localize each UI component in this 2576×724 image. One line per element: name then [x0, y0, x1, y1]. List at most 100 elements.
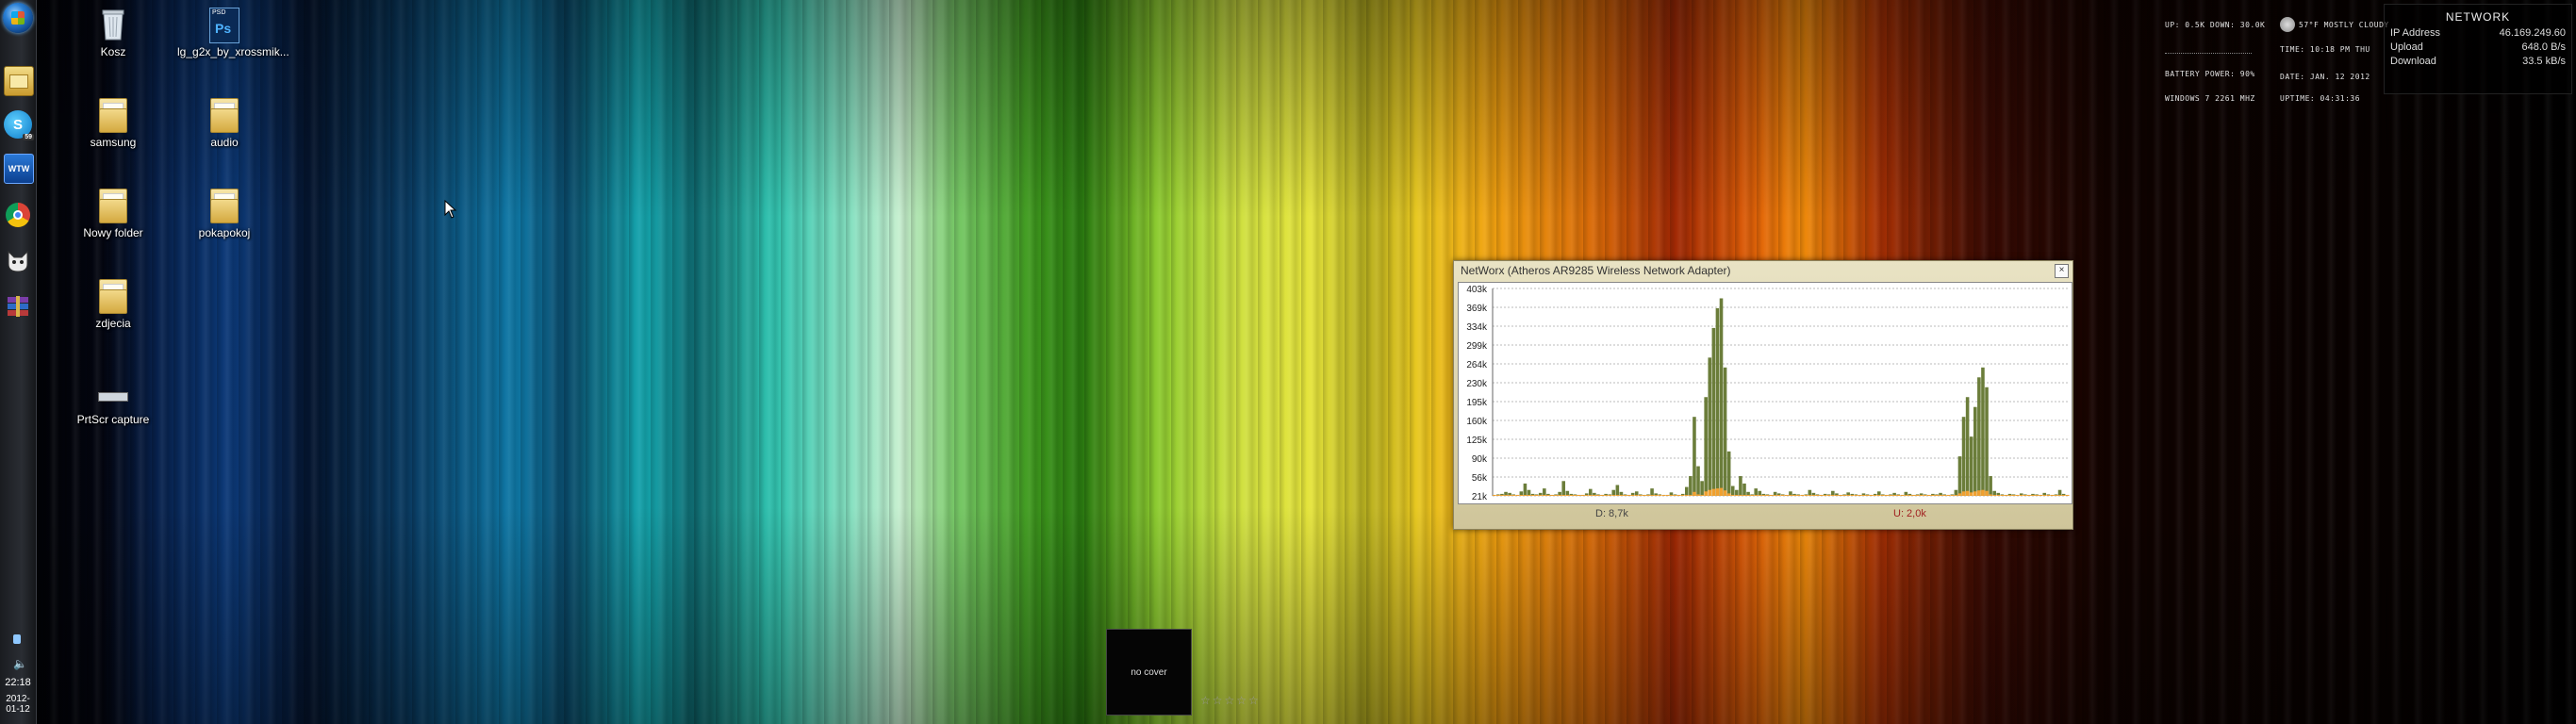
- desktop-icon-psd-file[interactable]: PSD Ps lg_g2x_by_xrossmik...: [177, 8, 289, 58]
- upload-bar: [1708, 489, 1712, 496]
- network-row-value: 33.5 kB/s: [2522, 56, 2566, 67]
- upload-bar: [1577, 495, 1581, 496]
- upload-bar: [1835, 495, 1839, 496]
- desktop-icon-recycle-bin[interactable]: Kosz: [66, 8, 160, 58]
- upload-bar: [1935, 495, 1939, 496]
- upload-bar: [1804, 495, 1808, 496]
- upload-bar: [1661, 495, 1666, 496]
- desktop-icon-label: Kosz: [100, 45, 126, 58]
- upload-bar: [1604, 495, 1608, 496]
- chrome-icon: [6, 203, 30, 227]
- desktop-icon-label: pokapokoj: [198, 226, 251, 239]
- download-bar: [1685, 486, 1689, 496]
- upload-bar: [1500, 495, 1504, 496]
- upload-bar: [1877, 495, 1881, 496]
- upload-bar: [1696, 494, 1700, 496]
- upload-bar: [1700, 494, 1704, 496]
- explorer-taskbar-button[interactable]: [4, 66, 34, 96]
- sysinfo-battery: BATTERY POWER: 90%: [2165, 70, 2255, 78]
- upload-bar: [1600, 495, 1604, 496]
- upload-bar: [1723, 490, 1727, 496]
- chrome-taskbar-button[interactable]: [4, 201, 32, 229]
- download-bar: [1543, 488, 1546, 496]
- desktop-icon-label: PrtScr capture: [76, 413, 150, 426]
- weather-cloud-icon: [2280, 17, 2295, 32]
- upload-bar: [1846, 495, 1850, 496]
- folder-icon: [210, 189, 239, 223]
- upload-bar: [1608, 495, 1611, 496]
- cover-text: no cover: [1131, 666, 1167, 678]
- winrar-taskbar-button[interactable]: [4, 292, 32, 321]
- upload-bar: [1792, 495, 1796, 496]
- ps-glyph: Ps: [215, 21, 232, 36]
- upload-bar: [1573, 495, 1577, 496]
- upload-bar: [1527, 495, 1531, 496]
- download-bar: [1704, 397, 1708, 496]
- upload-bar: [1619, 495, 1624, 496]
- wtw-taskbar-button[interactable]: WTW: [4, 154, 34, 184]
- upload-bar: [1823, 495, 1827, 496]
- desktop-icon-prtscr-capture[interactable]: PrtScr capture: [66, 387, 160, 426]
- desktop-icon-folder-audio[interactable]: audio: [177, 98, 272, 149]
- windows-orb-icon[interactable]: [3, 3, 33, 33]
- rating-stars[interactable]: ☆☆☆☆☆: [1200, 694, 1261, 707]
- desktop-icon-folder-samsung[interactable]: samsung: [66, 98, 160, 149]
- desktop-icon-label: zdjecia: [95, 317, 131, 330]
- upload-bar: [1957, 493, 1962, 496]
- download-bar: [1977, 377, 1981, 496]
- upload-bar: [1685, 495, 1689, 496]
- tray-network-icon[interactable]: [13, 634, 21, 644]
- network-row-upload: Upload 648.0 B/s: [2385, 41, 2571, 53]
- download-bar: [1700, 481, 1704, 496]
- upload-bar: [1511, 495, 1515, 496]
- folder-icon: [9, 74, 28, 89]
- upload-bar: [2057, 495, 2062, 496]
- y-tick-label: 195k: [1466, 398, 1488, 408]
- cat-taskbar-button[interactable]: [4, 247, 32, 275]
- upload-bar: [2007, 495, 2012, 496]
- desktop-icon-label: Nowy folder: [83, 226, 143, 239]
- upload-bar: [1758, 495, 1762, 496]
- folder-icon: [210, 98, 239, 133]
- upload-bar: [1519, 495, 1524, 496]
- download-bar: [1696, 466, 1700, 496]
- download-bar: [1689, 476, 1693, 496]
- upload-bar: [1865, 495, 1870, 496]
- desktop-icon-folder-nowy-folder[interactable]: Nowy folder: [66, 189, 160, 239]
- volume-icon[interactable]: 🔈: [13, 657, 27, 670]
- upload-bar: [1643, 495, 1646, 496]
- networx-window[interactable]: NetWorx (Atheros AR9285 Wireless Network…: [1453, 260, 2073, 530]
- upload-bar: [1819, 495, 1824, 496]
- folder-icon: [99, 98, 127, 133]
- upload-bar: [1569, 495, 1574, 496]
- close-icon[interactable]: ×: [2055, 264, 2069, 278]
- taskbar-date[interactable]: 2012-01-12: [0, 694, 36, 715]
- taskbar-time[interactable]: 22:18: [0, 677, 36, 688]
- upload-bar: [1523, 495, 1527, 496]
- desktop-icon-folder-pokapokoj[interactable]: pokapokoj: [177, 189, 272, 239]
- network-panel: NETWORK IP Address 46.169.249.60 Upload …: [2384, 4, 2572, 94]
- upload-bar: [1680, 495, 1685, 496]
- taskbar: S 59 WTW 🔈 22:18 2012-01-12: [0, 0, 37, 724]
- desktop-icon-folder-zdjecia[interactable]: zdjecia: [66, 279, 160, 330]
- upload-bar: [1646, 495, 1650, 496]
- upload-bar: [2000, 495, 2005, 496]
- upload-bar: [1754, 495, 1759, 496]
- upload-bar: [1911, 495, 1916, 496]
- upload-bar: [1965, 490, 1970, 496]
- upload-bar: [1639, 495, 1643, 496]
- networx-footer: D: 8,7k U: 2,0k: [1458, 504, 2071, 523]
- upload-bar: [1746, 495, 1750, 496]
- upload-bar: [1715, 488, 1720, 496]
- upload-bar: [1826, 495, 1831, 496]
- sysinfo-date: DATE: JAN. 12 2012: [2280, 73, 2370, 81]
- upload-bar: [1615, 495, 1620, 496]
- skype-taskbar-button[interactable]: S 59: [4, 110, 34, 140]
- upload-bar: [1750, 495, 1754, 496]
- sysinfo-time: TIME: 10:18 PM THU: [2280, 45, 2370, 54]
- upload-bar: [1658, 495, 1662, 496]
- networx-chart: 403k 369k 334k 299k 264k 230k 195k 160k 125k 90k 5…: [1458, 282, 2072, 504]
- skype-icon: S: [12, 116, 23, 133]
- download-bar: [1589, 488, 1593, 496]
- album-cover[interactable]: no cover: [1106, 629, 1192, 716]
